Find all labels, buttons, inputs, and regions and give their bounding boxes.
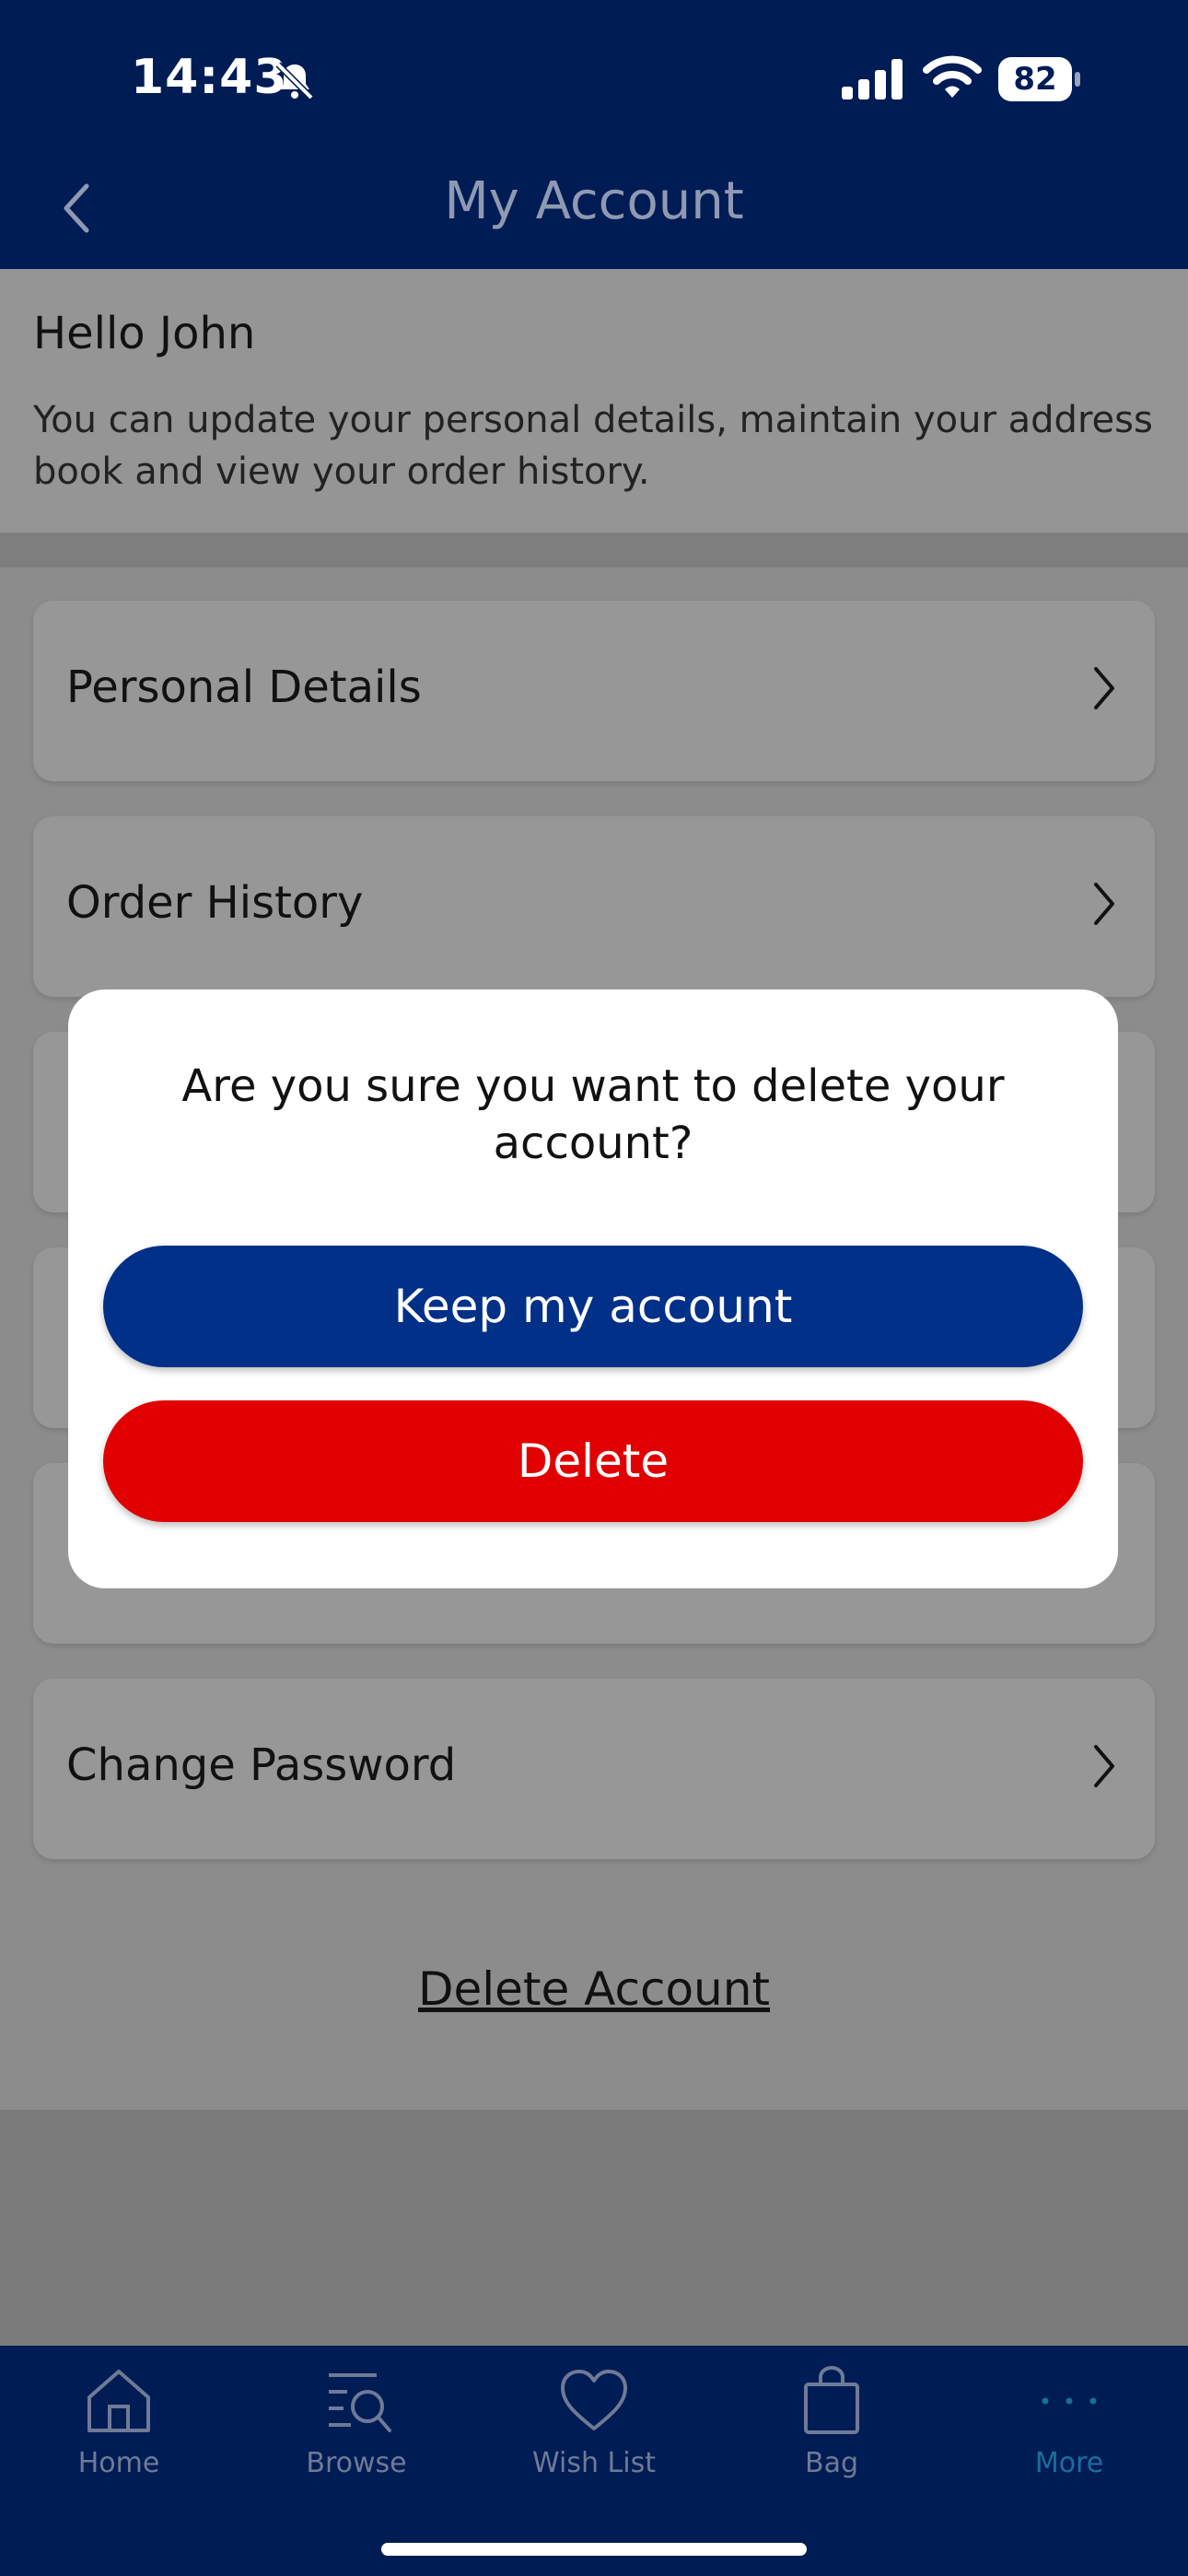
tab-label: Wish List <box>532 2447 656 2479</box>
chevron-right-icon <box>1094 1745 1114 1787</box>
dialog-question: Are you sure you want to delete your acc… <box>181 1060 1005 1169</box>
chevron-right-icon <box>1094 883 1114 925</box>
chevron-right-icon <box>1094 667 1114 709</box>
tab-browse[interactable]: Browse <box>238 2364 475 2502</box>
menu-item-order-history[interactable]: Order History <box>33 816 1155 997</box>
signal-icon <box>842 59 903 100</box>
page-title: My Account <box>444 171 744 231</box>
bottom-tab-bar: Home Browse Wish List Bag More <box>0 2346 1188 2576</box>
battery-indicator: 82 <box>998 57 1081 101</box>
home-icon <box>87 2370 150 2432</box>
bell-muted-icon <box>275 62 314 100</box>
tab-label: Browse <box>306 2447 407 2479</box>
wifi-icon <box>923 55 982 98</box>
more-icon <box>1042 2397 1097 2405</box>
tab-bag[interactable]: Bag <box>713 2364 950 2502</box>
menu-item-label: Order History <box>66 877 364 929</box>
tab-label: Home <box>77 2447 160 2479</box>
status-time: 14:43 <box>131 50 288 105</box>
empty-area <box>0 2110 1188 2346</box>
delete-button[interactable]: Delete <box>103 1400 1083 1522</box>
keep-account-button[interactable]: Keep my account <box>103 1246 1083 1367</box>
tab-home[interactable]: Home <box>0 2364 238 2502</box>
tab-wish-list[interactable]: Wish List <box>475 2364 713 2502</box>
greeting-title: Hello John <box>33 308 256 359</box>
tab-more[interactable]: More <box>950 2364 1188 2502</box>
menu-item-label: Personal Details <box>66 662 422 713</box>
section-divider <box>0 533 1188 568</box>
bag-icon <box>804 2365 859 2434</box>
menu-item-change-password[interactable]: Change Password <box>33 1679 1155 1859</box>
menu-item-personal-details[interactable]: Personal Details <box>33 601 1155 781</box>
home-indicator[interactable] <box>381 2543 807 2556</box>
delete-account-link[interactable]: Delete Account <box>0 1962 1188 2016</box>
battery-level: 82 <box>1013 61 1057 98</box>
delete-confirmation-dialog: Are you sure you want to delete your acc… <box>68 989 1118 1588</box>
greeting-description: You can update your personal details, ma… <box>33 399 1153 493</box>
heart-icon <box>561 2370 627 2430</box>
tab-label: More <box>1034 2447 1104 2479</box>
browse-icon <box>329 2373 391 2432</box>
menu-item-label: Change Password <box>66 1739 457 1791</box>
tab-label: Bag <box>804 2447 858 2479</box>
